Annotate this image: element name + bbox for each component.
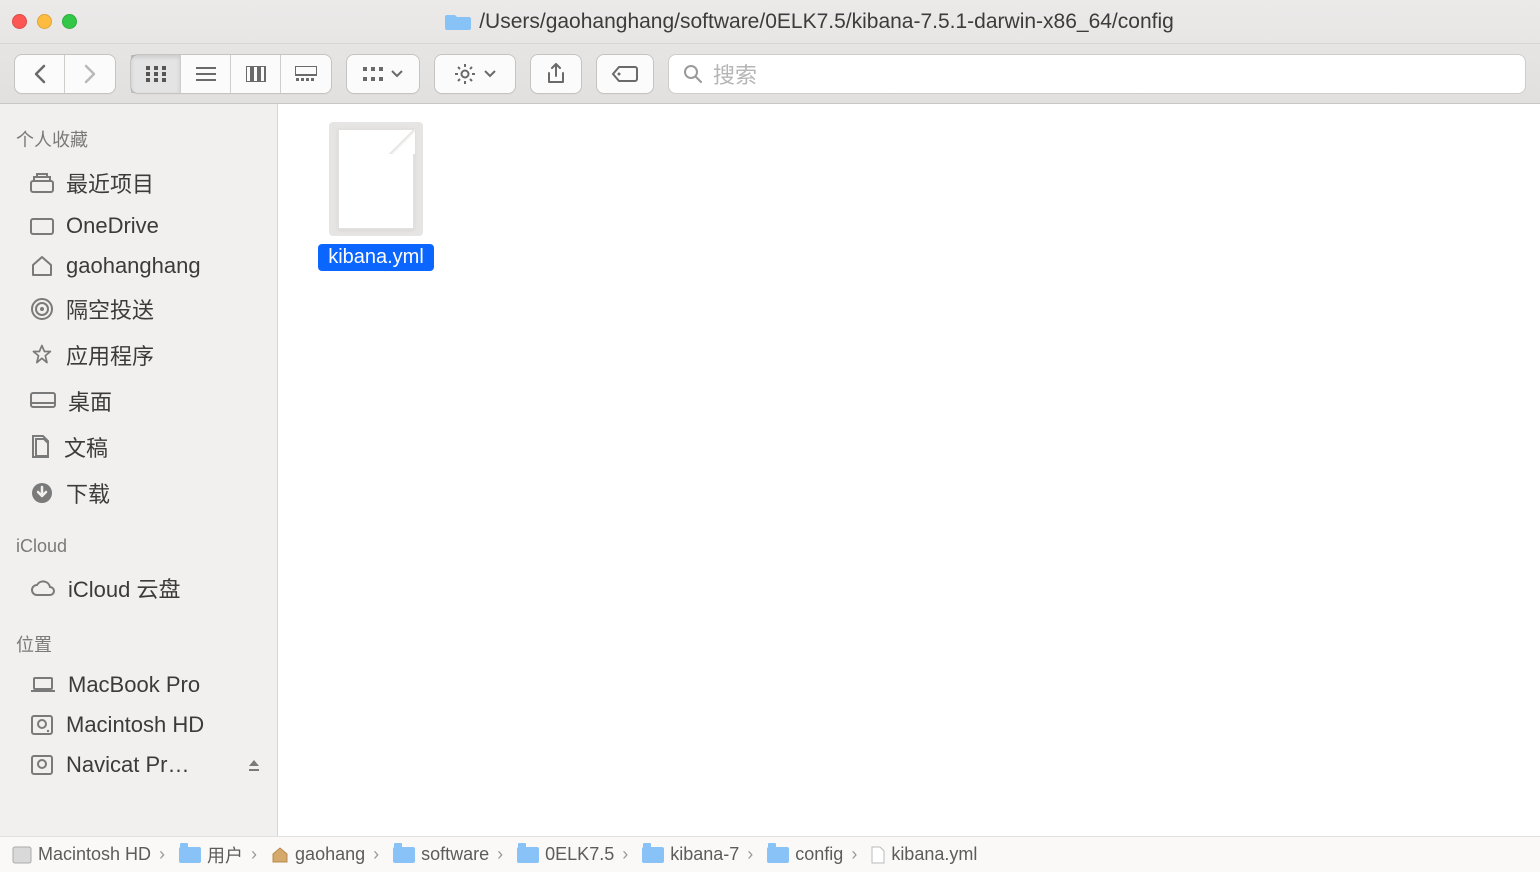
folder-icon: [767, 847, 789, 863]
group-by-button[interactable]: [346, 54, 420, 94]
sidebar-item-home[interactable]: gaohanghang: [0, 246, 277, 286]
share-button[interactable]: [530, 54, 582, 94]
path-crumb-software[interactable]: software: [365, 844, 489, 865]
gear-button[interactable]: [435, 55, 515, 93]
file-thumbnail: [329, 122, 423, 236]
gallery-view-button[interactable]: [281, 55, 331, 93]
search-icon: [683, 64, 703, 84]
home-icon: [271, 847, 289, 863]
downloads-icon: [30, 481, 54, 505]
share-icon[interactable]: [531, 55, 581, 93]
folder-icon: [642, 847, 664, 863]
file-label: kibana.yml: [318, 244, 434, 271]
path-crumb-elk[interactable]: 0ELK7.5: [489, 844, 614, 865]
toolbar: 搜索: [0, 44, 1540, 104]
back-button[interactable]: [15, 55, 65, 93]
sidebar-item-downloads[interactable]: 下载: [0, 470, 277, 516]
tags-button[interactable]: [596, 54, 654, 94]
folder-icon: [517, 847, 539, 863]
folder-icon: [30, 216, 54, 236]
arrange-button[interactable]: [347, 55, 419, 93]
cloud-icon: [30, 579, 56, 597]
eject-icon[interactable]: [247, 752, 261, 778]
pathbar: Macintosh HD 用户 gaohang software 0ELK7.5…: [0, 836, 1540, 872]
window-controls: [12, 14, 77, 29]
laptop-icon: [30, 677, 56, 693]
apps-icon: [30, 343, 54, 367]
sidebar-section-favorites: 个人收藏: [0, 120, 277, 160]
airdrop-icon: [30, 297, 54, 321]
path-crumb-file[interactable]: kibana.yml: [843, 844, 977, 865]
icon-view-button[interactable]: [131, 55, 181, 93]
sidebar-section-icloud: iCloud: [0, 530, 277, 565]
view-mode-buttons: [130, 54, 332, 94]
nav-buttons: [14, 54, 116, 94]
sidebar-item-desktop[interactable]: 桌面: [0, 378, 277, 424]
path-crumb-home[interactable]: gaohang: [243, 844, 365, 865]
folder-icon: [393, 847, 415, 863]
path-crumb-root[interactable]: Macintosh HD: [12, 844, 151, 865]
home-icon: [30, 255, 54, 277]
window-title: /Users/gaohanghang/software/0ELK7.5/kiba…: [445, 10, 1174, 34]
documents-icon: [30, 435, 52, 459]
action-button[interactable]: [434, 54, 516, 94]
sidebar-item-onedrive[interactable]: OneDrive: [0, 206, 277, 246]
titlebar: /Users/gaohanghang/software/0ELK7.5/kiba…: [0, 0, 1540, 44]
path-crumb-kibana[interactable]: kibana-7: [614, 844, 739, 865]
forward-button[interactable]: [65, 55, 115, 93]
zoom-window-button[interactable]: [62, 14, 77, 29]
hdd-icon: [30, 714, 54, 736]
doc-icon: [871, 846, 885, 864]
list-view-button[interactable]: [181, 55, 231, 93]
folder-icon: [179, 847, 201, 863]
file-area[interactable]: kibana.yml: [278, 104, 1540, 836]
sidebar-item-icloud-drive[interactable]: iCloud 云盘: [0, 565, 277, 611]
desktop-icon: [30, 392, 56, 410]
path-crumb-users[interactable]: 用户: [151, 842, 243, 868]
sidebar-item-recents[interactable]: 最近项目: [0, 160, 277, 206]
sidebar-item-applications[interactable]: 应用程序: [0, 332, 277, 378]
sidebar-item-airdrop[interactable]: 隔空投送: [0, 286, 277, 332]
hdd-icon: [12, 846, 32, 864]
gear-icon: [454, 63, 476, 85]
sidebar: 个人收藏 最近项目 OneDrive gaohanghang 隔空投送 应用程序…: [0, 104, 278, 836]
sidebar-section-locations: 位置: [0, 625, 277, 665]
window-title-text: /Users/gaohanghang/software/0ELK7.5/kiba…: [479, 10, 1174, 34]
hdd-icon: [30, 754, 54, 776]
minimize-window-button[interactable]: [37, 14, 52, 29]
file-item[interactable]: kibana.yml: [306, 122, 446, 271]
tag-icon-button[interactable]: [597, 55, 653, 93]
sidebar-item-macbook[interactable]: MacBook Pro: [0, 665, 277, 705]
search-field[interactable]: 搜索: [668, 54, 1526, 94]
sidebar-item-navicat[interactable]: Navicat Pr…: [0, 745, 277, 785]
path-crumb-config[interactable]: config: [739, 844, 843, 865]
sidebar-item-documents[interactable]: 文稿: [0, 424, 277, 470]
close-window-button[interactable]: [12, 14, 27, 29]
recents-icon: [30, 173, 54, 193]
sidebar-item-macintosh-hd[interactable]: Macintosh HD: [0, 705, 277, 745]
folder-icon: [445, 12, 471, 32]
column-view-button[interactable]: [231, 55, 281, 93]
search-placeholder: 搜索: [713, 58, 757, 90]
